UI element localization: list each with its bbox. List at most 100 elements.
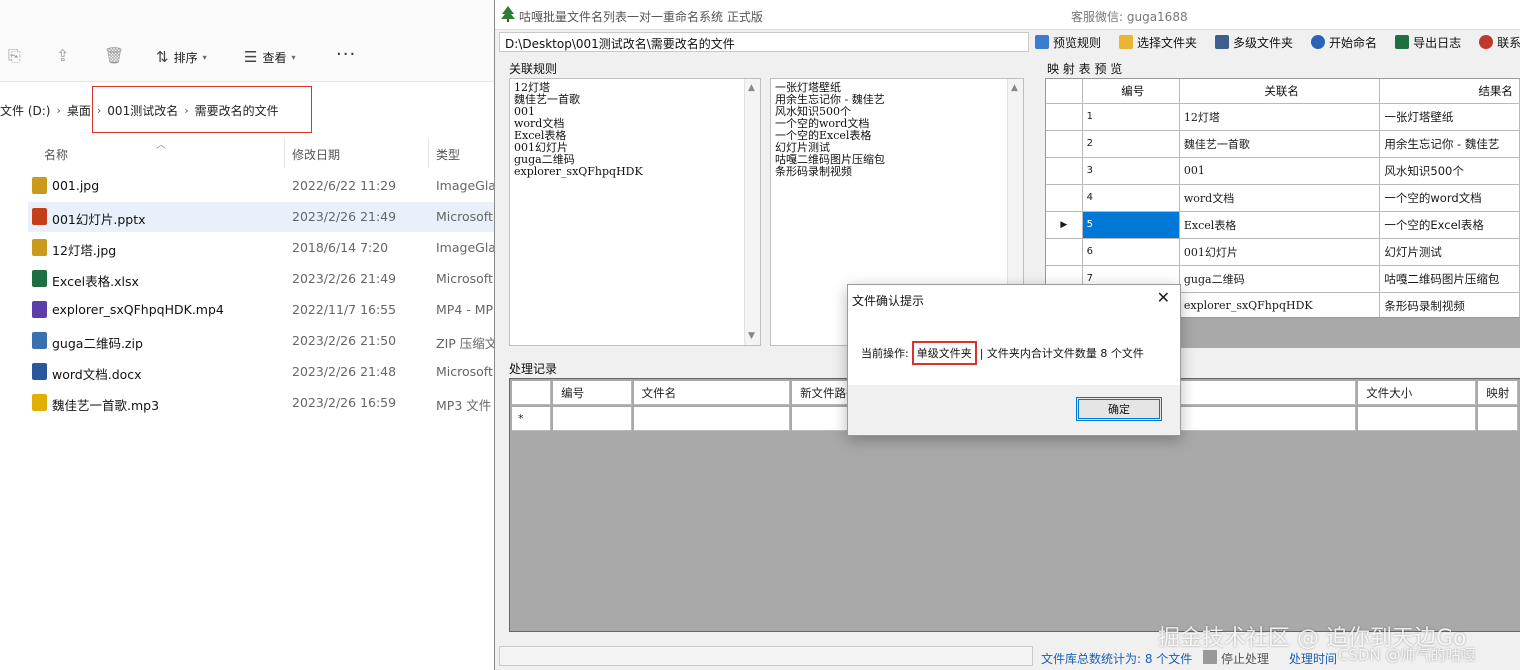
- preview-rules-button[interactable]: 预览规则: [1035, 34, 1101, 51]
- row-header[interactable]: [1046, 103, 1083, 131]
- file-row[interactable]: 12灯塔.jpg 2018/6/14 7:20 ImageGlas: [28, 233, 502, 263]
- file-row[interactable]: Excel表格.xlsx 2023/2/26 21:49 Microsoft: [28, 264, 500, 294]
- map-cell-id[interactable]: 1: [1082, 103, 1180, 131]
- dialog-footer: 确定: [848, 385, 1180, 435]
- start-icon: [1311, 35, 1326, 49]
- map-cell-result[interactable]: 幻灯片测试: [1379, 238, 1520, 266]
- map-preview-grid[interactable]: 编号 关联名 结果名 1 12灯塔 一张灯塔壁纸 2 魏佳艺一首歌 用余生忘记你 - 魏佳…: [1045, 78, 1520, 318]
- export-log-label: 导出日志: [1413, 35, 1462, 50]
- operation-label: 当前操作:: [861, 347, 909, 360]
- map-cell-name[interactable]: 001幻灯片: [1179, 238, 1381, 266]
- map-cell-id[interactable]: 5: [1082, 211, 1180, 239]
- view-button[interactable]: ☰ 查看 ▾: [244, 48, 295, 66]
- rules-source-textarea[interactable]: 12灯塔 魏佳艺一首歌 001 word文档 Excel表格 001幻灯片 guga二维码 e…: [509, 78, 761, 346]
- records-col-size[interactable]: 文件大小: [1358, 381, 1477, 405]
- row-header[interactable]: [1046, 238, 1083, 266]
- records-col-id[interactable]: 编号: [553, 381, 632, 405]
- rules-source-lines: 12灯塔 魏佳艺一首歌 001 word文档 Excel表格 001幻灯片 guga二维码 e…: [514, 82, 756, 178]
- table-cell[interactable]: [553, 407, 632, 431]
- view-label: 查看: [262, 50, 287, 65]
- map-cell-id[interactable]: 4: [1082, 184, 1180, 212]
- column-name[interactable]: 名称: [44, 146, 68, 163]
- map-cell-name[interactable]: Excel表格: [1179, 211, 1381, 239]
- file-row[interactable]: 001幻灯片.pptx 2023/2/26 21:49 Microsoft: [28, 202, 500, 232]
- map-cell-result[interactable]: 一张灯塔壁纸: [1379, 103, 1520, 131]
- contact-button[interactable]: 联系: [1479, 34, 1520, 51]
- file-row[interactable]: 魏佳艺一首歌.mp3 2023/2/26 16:59 MP3 文件: [28, 388, 500, 418]
- app-titlebar: 咕嘎批量文件名列表一对一重命名系统 正式版 客服微信: guga1688: [495, 0, 1520, 30]
- chevron-down-icon: ▾: [291, 52, 296, 62]
- pptx-icon: [32, 208, 47, 225]
- contact-label: 联系: [1497, 35, 1520, 50]
- file-date: 2023/2/26 21:50: [292, 333, 397, 348]
- file-row[interactable]: explorer_sxQFhpqHDK.mp4 2022/11/7 16:55 MP…: [28, 295, 500, 325]
- table-cell[interactable]: [633, 407, 791, 431]
- row-header[interactable]: [1046, 157, 1083, 185]
- scroll-up-icon[interactable]: ▲: [1011, 82, 1018, 94]
- close-icon[interactable]: ✕: [1157, 288, 1170, 307]
- map-cell-name[interactable]: guga二维码: [1179, 265, 1381, 293]
- stop-icon[interactable]: [1203, 650, 1217, 664]
- table-row[interactable]: 3 001 风水知识500个: [1046, 157, 1520, 185]
- table-cell[interactable]: [1478, 407, 1518, 431]
- column-type[interactable]: 类型: [436, 146, 460, 163]
- map-cell-name[interactable]: 12灯塔: [1179, 103, 1381, 131]
- table-row[interactable]: ▶ 5 Excel表格 一个空的Excel表格: [1046, 211, 1520, 239]
- table-row[interactable]: 1 12灯塔 一张灯塔壁纸: [1046, 103, 1520, 131]
- table-row[interactable]: 4 word文档 一个空的word文档: [1046, 184, 1520, 212]
- map-cell-result[interactable]: 风水知识500个: [1379, 157, 1520, 185]
- column-divider[interactable]: [428, 138, 429, 168]
- map-cell-result[interactable]: 一个空的word文档: [1379, 184, 1520, 212]
- records-col-map[interactable]: 映射: [1478, 381, 1518, 405]
- rename-icon[interactable]: ⎘: [8, 46, 21, 66]
- map-col-name[interactable]: 关联名: [1179, 79, 1381, 104]
- map-cell-id[interactable]: 2: [1082, 130, 1180, 158]
- start-rename-button[interactable]: 开始命名: [1311, 34, 1377, 51]
- stop-processing-button[interactable]: 停止处理: [1221, 650, 1269, 667]
- more-options-button[interactable]: ···: [336, 44, 356, 65]
- vertical-scrollbar[interactable]: ▲ ▼: [744, 79, 760, 345]
- map-cell-name[interactable]: 魏佳艺一首歌: [1179, 130, 1381, 158]
- file-row[interactable]: guga二维码.zip 2023/2/26 21:50 ZIP 压缩文: [28, 326, 500, 356]
- mp3-icon: [32, 394, 47, 411]
- file-type: Microsoft: [436, 364, 493, 379]
- table-row[interactable]: 2 魏佳艺一首歌 用余生忘记你 - 魏佳艺: [1046, 130, 1520, 158]
- multi-folder-button[interactable]: 多级文件夹: [1215, 34, 1293, 51]
- breadcrumb-drive[interactable]: 文件 (D:): [0, 102, 56, 119]
- map-cell-name[interactable]: 001: [1179, 157, 1381, 185]
- map-col-result[interactable]: 结果名: [1379, 79, 1520, 104]
- sort-icon: ⇅: [156, 48, 169, 66]
- contact-icon: [1479, 35, 1494, 49]
- delete-icon[interactable]: 🗑: [104, 46, 124, 65]
- row-header[interactable]: ▶: [1046, 211, 1083, 239]
- map-col-id[interactable]: 编号: [1082, 79, 1180, 104]
- scroll-down-icon[interactable]: ▼: [748, 330, 755, 342]
- ok-button[interactable]: 确定: [1076, 397, 1162, 421]
- export-log-button[interactable]: 导出日志: [1395, 34, 1461, 51]
- file-row[interactable]: word文档.docx 2023/2/26 21:48 Microsoft: [28, 357, 500, 387]
- map-cell-id[interactable]: 6: [1082, 238, 1180, 266]
- column-date[interactable]: 修改日期: [292, 146, 340, 163]
- table-row[interactable]: 6 001幻灯片 幻灯片测试: [1046, 238, 1520, 266]
- watermark-subtext: CSDN @帅气的咕嘎: [1338, 646, 1476, 664]
- row-header[interactable]: [1046, 130, 1083, 158]
- share-icon[interactable]: ⇪: [56, 46, 69, 65]
- preview-rules-label: 预览规则: [1053, 35, 1102, 50]
- map-cell-id[interactable]: 3: [1082, 157, 1180, 185]
- column-divider[interactable]: [284, 138, 285, 168]
- map-cell-name[interactable]: word文档: [1179, 184, 1381, 212]
- scroll-up-icon[interactable]: ▲: [748, 82, 755, 94]
- folder-path-field[interactable]: D:\Desktop\001测试改名\需要改名的文件: [499, 32, 1029, 52]
- table-cell[interactable]: [1358, 407, 1477, 431]
- map-cell-result[interactable]: 用余生忘记你 - 魏佳艺: [1379, 130, 1520, 158]
- map-cell-result[interactable]: 条形码录制视频: [1379, 292, 1520, 317]
- records-col-filename[interactable]: 文件名: [633, 381, 791, 405]
- file-type: Microsoft: [436, 209, 493, 224]
- sort-button[interactable]: ⇅ 排序 ▾: [156, 48, 207, 66]
- map-cell-name[interactable]: explorer_sxQFhpqHDK: [1179, 292, 1381, 317]
- file-row[interactable]: 001.jpg 2022/6/22 11:29 ImageGlas: [28, 171, 502, 201]
- select-folder-button[interactable]: 选择文件夹: [1119, 34, 1197, 51]
- row-header[interactable]: [1046, 184, 1083, 212]
- map-cell-result[interactable]: 一个空的Excel表格: [1379, 211, 1520, 239]
- map-cell-result[interactable]: 咕嘎二维码图片压缩包: [1379, 265, 1520, 293]
